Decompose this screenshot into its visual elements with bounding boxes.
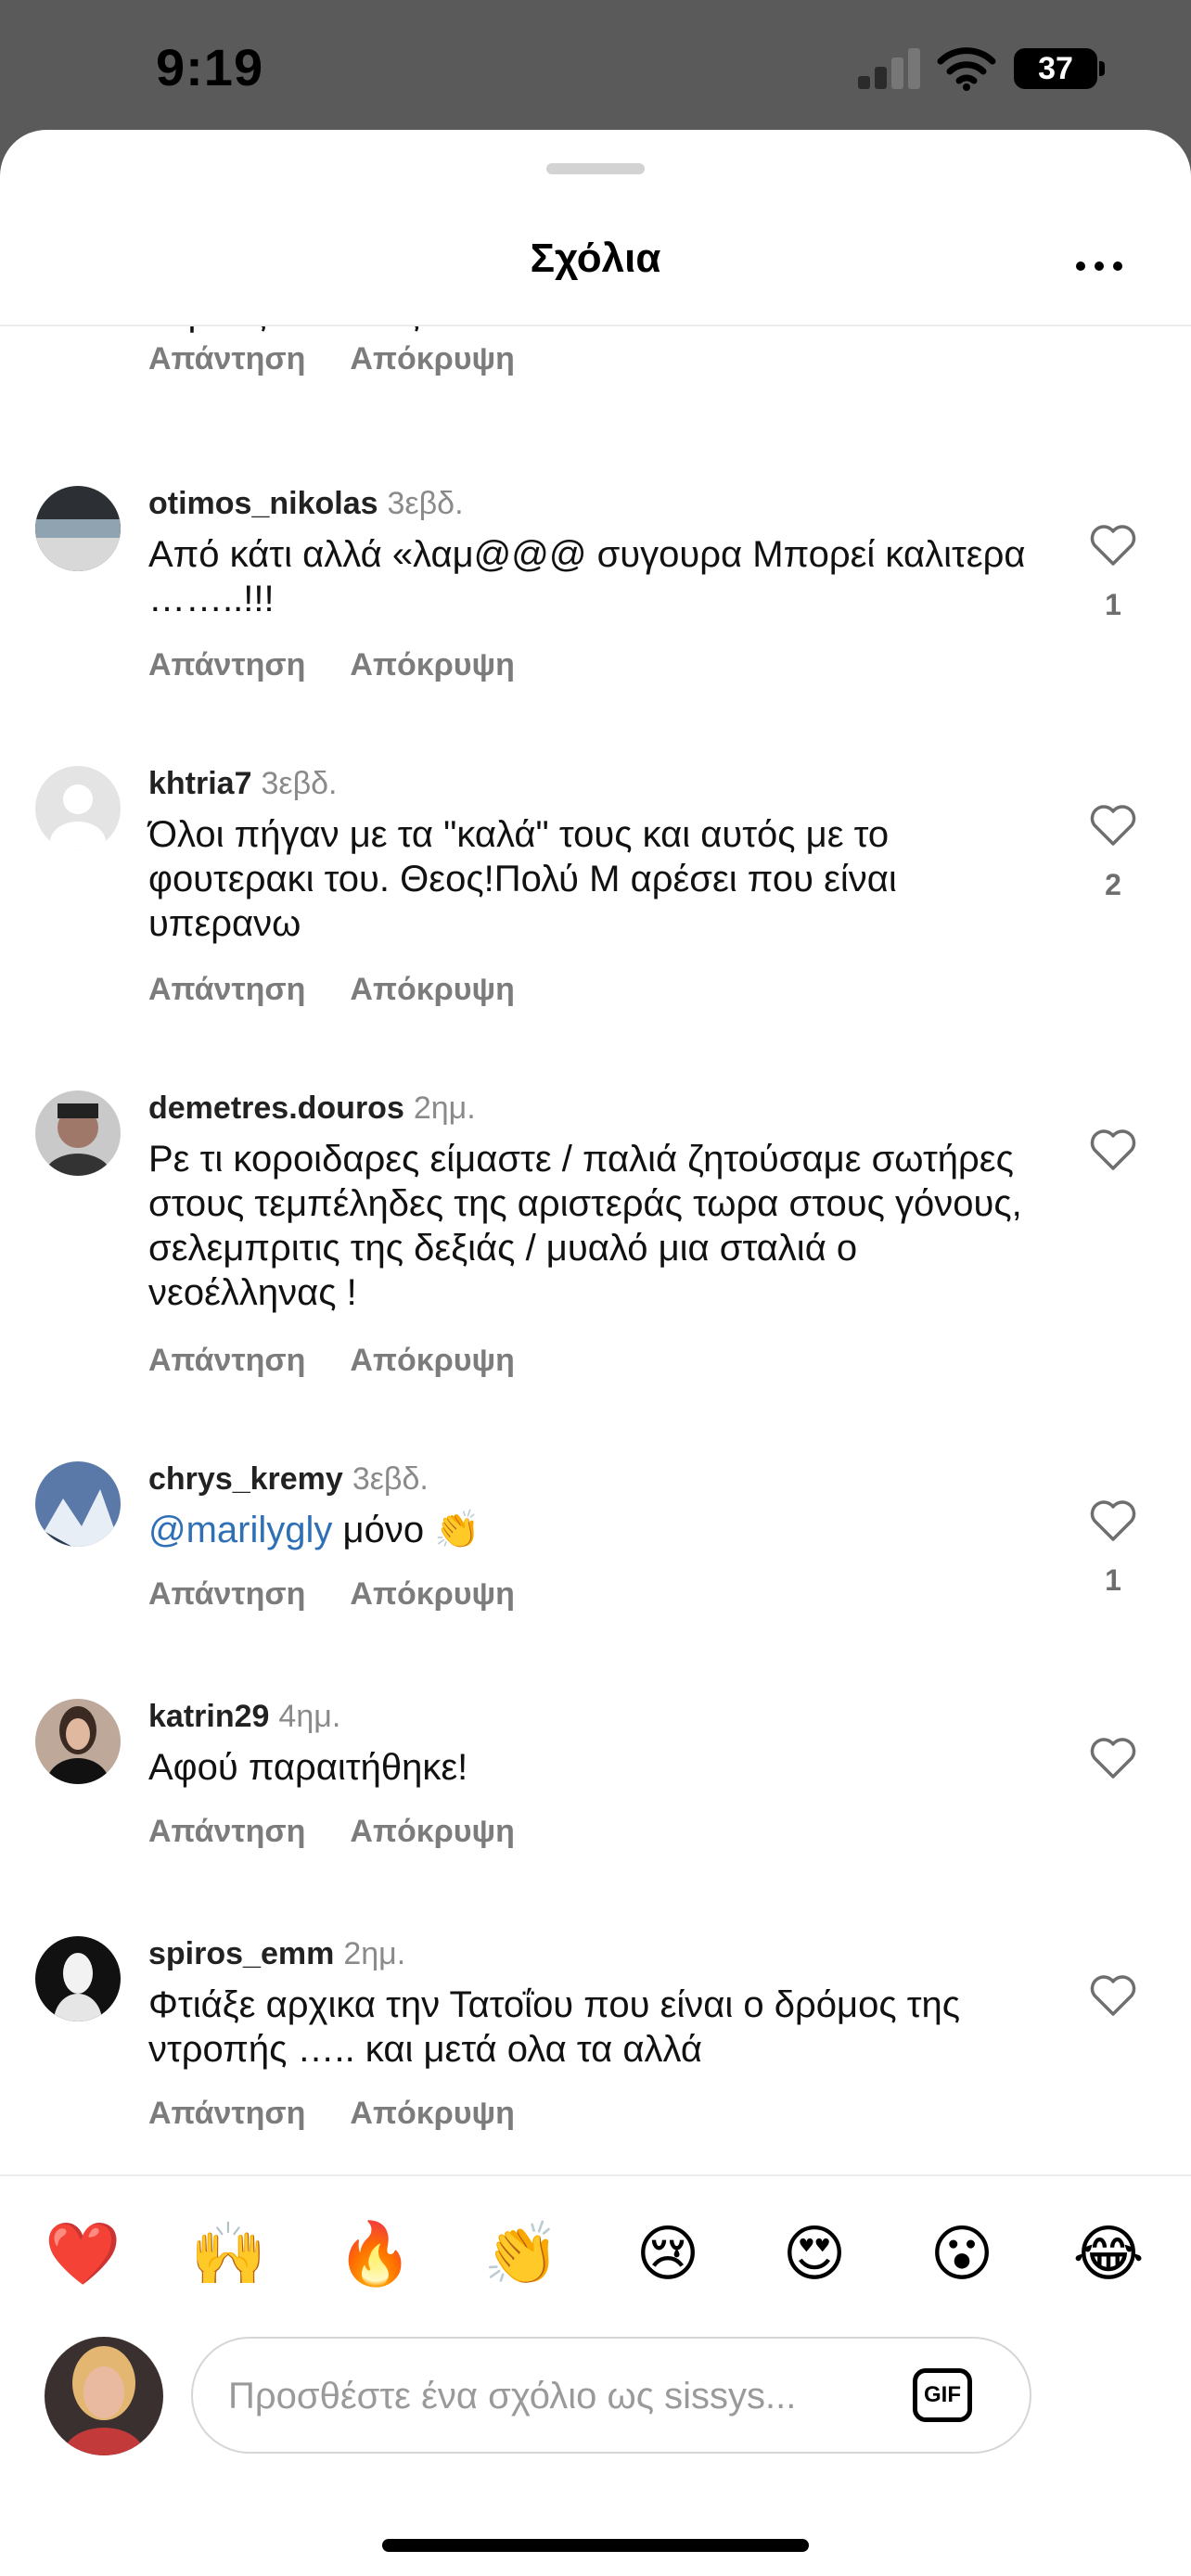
hide-button[interactable]: Απόκρυψη <box>350 1576 515 1612</box>
comment-username[interactable]: otimos_nikolas <box>148 486 378 521</box>
comment-username[interactable]: chrys_kremy <box>148 1461 343 1497</box>
comment-time: 3εβδ. <box>387 486 464 521</box>
comment-username[interactable]: katrin29 <box>148 1699 269 1734</box>
emoji-crying-button[interactable]: 😢 <box>631 2221 705 2286</box>
hide-button[interactable]: Απόκρυψη <box>350 972 515 1007</box>
reply-button[interactable]: Απάντηση <box>148 341 305 376</box>
comment-username[interactable]: demetres.douros <box>148 1090 404 1126</box>
comments-sheet: σεμνός ταπεινός ΑπάντησηΑπόκρυψη otimos_… <box>0 130 1191 2576</box>
comment-actions: Απάντηση Απόκρυψη <box>148 647 559 683</box>
emoji-clapping-button[interactable]: 👏 <box>483 2221 559 2286</box>
comments-list[interactable]: σεμνός ταπεινός ΑπάντησηΑπόκρυψη otimos_… <box>0 325 1191 2174</box>
avatar[interactable] <box>35 1461 121 1547</box>
comment-actions: Απάντηση Απόκρυψη <box>148 2096 559 2132</box>
comment-input[interactable]: Προσθέστε ένα σχόλιο ως sissys... GIF <box>191 2337 1031 2454</box>
comment-actions: Απάντηση Απόκρυψη <box>148 341 559 377</box>
avatar[interactable] <box>35 486 121 571</box>
comment-time: 3εβδ. <box>352 1461 429 1497</box>
like-count: 1 <box>1105 1563 1121 1597</box>
comment-time: 3εβδ. <box>261 766 338 801</box>
wifi-icon <box>937 47 996 91</box>
heart-icon[interactable] <box>1089 803 1137 848</box>
emoji-surprised-button[interactable]: 😮 <box>925 2221 999 2286</box>
comment-username[interactable]: khtria7 <box>148 766 252 801</box>
more-options-icon[interactable] <box>1076 258 1128 276</box>
reply-button[interactable]: Απάντηση <box>148 1814 305 1849</box>
mention-link[interactable]: @marilygly <box>148 1510 332 1550</box>
reply-button[interactable]: Απάντηση <box>148 2096 305 2131</box>
comment-time: 2ημ. <box>343 1936 406 1971</box>
comment-actions: Απάντηση Απόκρυψη <box>148 1343 559 1379</box>
comment-text-rest: μόνο 👏 <box>332 1510 480 1550</box>
comment-actions: Απάντηση Απόκρυψη <box>148 1814 559 1850</box>
emoji-bar-divider <box>0 2174 1191 2176</box>
like-count: 1 <box>1105 588 1121 621</box>
battery-indicator: 37 <box>1014 48 1097 89</box>
reply-button[interactable]: Απάντηση <box>148 1343 305 1378</box>
status-time: 9:19 <box>156 38 264 96</box>
sheet-grabber-handle[interactable] <box>546 163 645 174</box>
comment-input-placeholder: Προσθέστε ένα σχόλιο ως sissys... <box>228 2376 797 2417</box>
emoji-raised-hands-button[interactable]: 🙌 <box>190 2221 266 2286</box>
hide-button[interactable]: Απόκρυψη <box>350 1814 515 1849</box>
reply-button[interactable]: Απάντηση <box>148 647 305 682</box>
page-title: Σχόλια <box>530 236 661 281</box>
emoji-fire-button[interactable]: 🔥 <box>337 2221 413 2286</box>
reply-button[interactable]: Απάντηση <box>148 972 305 1007</box>
comment-text: Από κάτι αλλά «λαμ@@@ συγουρα Μπορεί καλ… <box>148 534 1026 619</box>
comment-text: Αφού παραιτήθηκε! <box>148 1747 468 1788</box>
emoji-heart-eyes-button[interactable]: 😍 <box>777 2221 852 2286</box>
avatar[interactable] <box>35 1699 121 1784</box>
comment-time: 4ημ. <box>278 1699 341 1734</box>
comment-username[interactable]: spiros_emm <box>148 1936 334 1971</box>
comment-text: Φτιάξε αρχικα την Τατοΐου που είναι ο δρ… <box>148 1984 961 2070</box>
current-user-avatar <box>45 2337 163 2455</box>
comment-text: Ρε τι κοροιδαρες είμαστε / παλιά ζητούσα… <box>148 1139 1022 1313</box>
avatar[interactable] <box>35 1090 121 1176</box>
hide-button[interactable]: Απόκρυψη <box>350 341 515 376</box>
avatar[interactable] <box>35 766 121 851</box>
comment-actions: Απάντηση Απόκρυψη <box>148 972 559 1008</box>
like-count: 2 <box>1105 868 1121 901</box>
home-indicator <box>382 2539 809 2552</box>
heart-icon[interactable] <box>1089 1973 1137 2018</box>
sheet-header: Σχόλια <box>0 185 1191 326</box>
reply-button[interactable]: Απάντηση <box>148 1576 305 1612</box>
comment-text: Όλοι πήγαν με τα "καλά" τους και αυτός μ… <box>148 814 897 944</box>
battery-tip <box>1099 61 1105 76</box>
emoji-laughing-button[interactable]: 😂 <box>1071 2221 1146 2286</box>
emoji-heart-button[interactable]: ❤️ <box>45 2221 121 2286</box>
hide-button[interactable]: Απόκρυψη <box>350 1343 515 1378</box>
heart-icon[interactable] <box>1089 1736 1137 1780</box>
status-bar: 9:19 37 <box>0 0 1191 130</box>
cellular-signal-icon <box>858 46 923 89</box>
comment-text: @marilygly μόνο 👏 <box>148 1508 1039 1552</box>
heart-icon[interactable] <box>1089 1498 1137 1543</box>
heart-icon[interactable] <box>1089 1128 1137 1172</box>
comment-time: 2ημ. <box>413 1090 476 1126</box>
gif-button[interactable]: GIF <box>913 2368 972 2422</box>
hide-button[interactable]: Απόκρυψη <box>350 647 515 682</box>
avatar[interactable] <box>35 1936 121 2021</box>
comment-actions: Απάντηση Απόκρυψη <box>148 1576 559 1613</box>
hide-button[interactable]: Απόκρυψη <box>350 2096 515 2131</box>
heart-icon[interactable] <box>1089 523 1137 567</box>
